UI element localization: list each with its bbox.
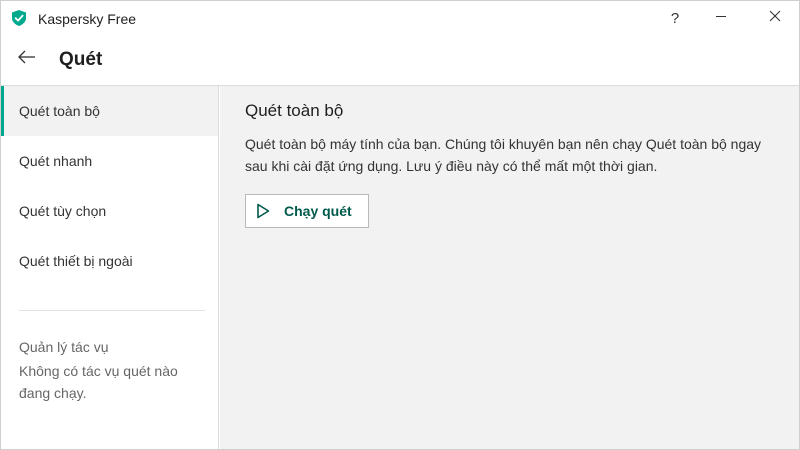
sidebar-item-quick-scan[interactable]: Quét nhanh bbox=[1, 136, 218, 186]
minimize-button[interactable] bbox=[697, 1, 745, 35]
sidebar-item-full-scan[interactable]: Quét toàn bộ bbox=[1, 86, 218, 136]
task-manager-section: Quản lý tác vụ Không có tác vụ quét nào … bbox=[19, 336, 209, 404]
task-manager-status: Không có tác vụ quét nào đang chạy. bbox=[19, 363, 178, 401]
sidebar-item-label: Quét nhanh bbox=[19, 153, 93, 169]
minimize-icon bbox=[715, 9, 727, 27]
main-content: Quét toàn bộ Quét toàn bộ máy tính của b… bbox=[220, 86, 799, 449]
sidebar-item-label: Quét tùy chọn bbox=[19, 203, 107, 219]
play-icon bbox=[256, 203, 270, 219]
arrow-left-icon bbox=[18, 50, 36, 69]
app-title: Kaspersky Free bbox=[38, 11, 137, 27]
sidebar-item-label: Quét thiết bị ngoài bbox=[19, 253, 133, 269]
app-window: Kaspersky Free ? Quét Quét toàn bộ Quét … bbox=[0, 0, 800, 450]
help-button[interactable]: ? bbox=[651, 1, 699, 35]
sidebar-divider bbox=[19, 310, 205, 311]
sidebar-item-label: Quét toàn bộ bbox=[19, 103, 100, 119]
content-title: Quét toàn bộ bbox=[245, 101, 344, 120]
help-icon: ? bbox=[670, 9, 680, 27]
sidebar-item-external-device-scan[interactable]: Quét thiết bị ngoài bbox=[1, 236, 218, 286]
content-description: Quét toàn bộ máy tính của bạn. Chúng tôi… bbox=[245, 136, 762, 174]
kaspersky-shield-icon bbox=[12, 10, 26, 26]
run-scan-label: Chạy quét bbox=[284, 203, 352, 219]
title-bar: Kaspersky Free ? bbox=[1, 1, 799, 35]
page-header: Quét bbox=[1, 35, 799, 86]
close-button[interactable] bbox=[751, 1, 799, 35]
run-scan-button[interactable]: Chạy quét bbox=[245, 194, 369, 228]
task-manager-title[interactable]: Quản lý tác vụ bbox=[19, 336, 209, 358]
sidebar-item-custom-scan[interactable]: Quét tùy chọn bbox=[1, 186, 218, 236]
page-title: Quét bbox=[59, 49, 103, 70]
back-button[interactable] bbox=[13, 47, 41, 71]
close-icon bbox=[769, 9, 781, 27]
sidebar: Quét toàn bộ Quét nhanh Quét tùy chọn Qu… bbox=[1, 86, 219, 449]
